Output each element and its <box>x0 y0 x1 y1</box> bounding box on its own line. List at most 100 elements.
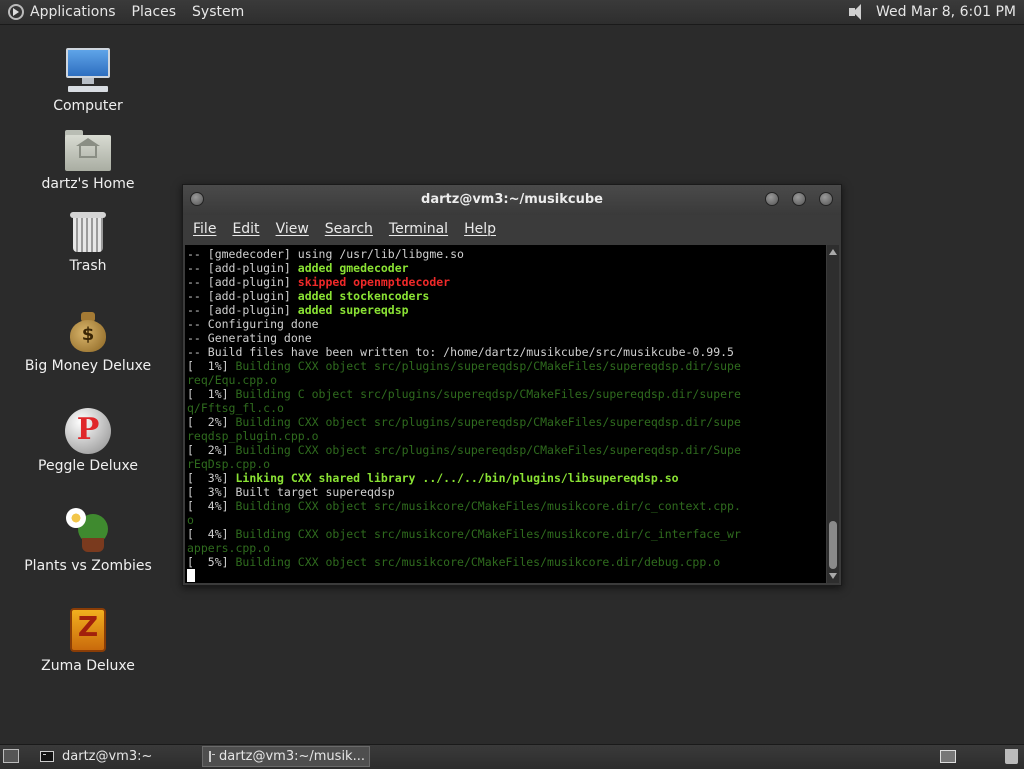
menu-file[interactable]: File <box>193 221 216 237</box>
terminal-segment: -- [add-plugin] <box>187 261 298 275</box>
speaker-icon[interactable] <box>848 3 868 21</box>
gnome-foot-icon[interactable] <box>8 4 24 20</box>
terminal-scrollbar[interactable] <box>827 245 839 583</box>
clock[interactable]: Wed Mar 8, 6:01 PM <box>876 4 1016 20</box>
desktop-icon-peggle[interactable]: P Peggle Deluxe <box>18 408 158 474</box>
terminal-segment: [ 2%] <box>187 443 236 457</box>
terminal-line: [ 5%] Building CXX object src/musikcore/… <box>187 555 826 569</box>
terminal-line: [ 3%] Linking CXX shared library ../../.… <box>187 471 826 485</box>
desktop-icon-plants-vs-zombies[interactable]: Plants vs Zombies <box>18 506 158 574</box>
window-title: dartz@vm3:~/musikcube <box>421 192 603 207</box>
menu-edit[interactable]: Edit <box>232 221 259 237</box>
terminal-segment: added stockencoders <box>297 289 430 303</box>
terminal-line: q/Fftsg_fl.c.o <box>187 401 826 415</box>
terminal-segment: skipped openmptdecoder <box>297 275 451 289</box>
terminal-segment: req/Equ.cpp.o <box>187 373 278 387</box>
terminal-segment: [ 5%] <box>187 555 236 569</box>
terminal-line: -- [gmedecoder] using /usr/lib/libgme.so <box>187 247 826 261</box>
minimize-icon[interactable] <box>765 192 779 206</box>
desktop-icon-label: dartz's Home <box>41 176 135 192</box>
terminal-segment: rEqDsp.cpp.o <box>187 457 271 471</box>
terminal-output[interactable]: -- [gmedecoder] using /usr/lib/libgme.so… <box>185 245 826 583</box>
desktop-icon-label: Plants vs Zombies <box>24 558 152 574</box>
terminal-line: [ 3%] Built target supereqdsp <box>187 485 826 499</box>
terminal-window: dartz@vm3:~/musikcube File Edit View Sea… <box>182 184 842 586</box>
menu-help[interactable]: Help <box>464 221 496 237</box>
terminal-segment: -- [add-plugin] <box>187 303 298 317</box>
show-desktop-icon[interactable] <box>3 749 19 763</box>
desktop-icon-home[interactable]: dartz's Home <box>18 130 158 192</box>
terminal-segment: added supereqdsp <box>297 303 409 317</box>
terminal-line: -- [add-plugin] skipped openmptdecoder <box>187 275 826 289</box>
maximize-icon[interactable] <box>792 192 806 206</box>
money-bag-icon: $ <box>68 310 108 354</box>
terminal-line: [ 2%] Building CXX object src/plugins/su… <box>187 443 826 457</box>
workspace-icon[interactable] <box>940 750 956 763</box>
terminal-segment: Linking CXX shared library ../../../bin/… <box>235 471 679 485</box>
terminal-segment: appers.cpp.o <box>187 541 271 555</box>
terminal-segment: Building CXX object src/plugins/supereqd… <box>235 443 741 457</box>
computer-icon <box>64 46 112 94</box>
menu-system[interactable]: System <box>192 4 244 20</box>
terminal-segment: -- Configuring done <box>187 317 319 331</box>
trash-small-icon[interactable] <box>1005 749 1018 764</box>
scroll-down-arrow-icon[interactable] <box>829 573 837 579</box>
terminal-line: [ 4%] Building CXX object src/musikcore/… <box>187 527 826 541</box>
desktop-icon-label: Peggle Deluxe <box>38 458 138 474</box>
menu-places[interactable]: Places <box>132 4 177 20</box>
scroll-thumb[interactable] <box>829 521 837 569</box>
terminal-segment: [ 1%] <box>187 387 236 401</box>
terminal-segment: added gmedecoder <box>297 261 409 275</box>
terminal-segment: reqdsp_plugin.cpp.o <box>187 429 319 443</box>
menu-terminal[interactable]: Terminal <box>389 221 448 237</box>
window-menubar: File Edit View Search Terminal Help <box>183 215 841 243</box>
home-folder-icon <box>65 130 111 172</box>
taskbar-item-terminal-musikcube[interactable]: dartz@vm3:~/musik... <box>202 746 370 767</box>
top-panel: Applications Places System Wed Mar 8, 6:… <box>0 0 1024 25</box>
terminal-line: -- Build files have been written to: /ho… <box>187 345 826 359</box>
terminal-line: -- Generating done <box>187 331 826 345</box>
terminal-line: [ 4%] Building CXX object src/musikcore/… <box>187 499 826 513</box>
terminal-line: [ 1%] Building CXX object src/plugins/su… <box>187 359 826 373</box>
terminal-segment: -- [gmedecoder] using /usr/lib/libgme.so <box>187 247 464 261</box>
desktop-icon-zuma[interactable]: Z Zuma Deluxe <box>18 606 158 674</box>
menu-applications[interactable]: Applications <box>30 4 116 20</box>
zuma-block-icon: Z <box>68 606 108 654</box>
terminal-segment: Building CXX object src/musikcore/CMakeF… <box>235 527 741 541</box>
terminal-segment: -- [add-plugin] <box>187 289 298 303</box>
terminal-segment: [ 4%] <box>187 527 236 541</box>
desktop-icon-trash[interactable]: Trash <box>18 210 158 274</box>
window-titlebar[interactable]: dartz@vm3:~/musikcube <box>183 185 841 215</box>
terminal-segment: Building CXX object src/plugins/supereqd… <box>235 415 741 429</box>
terminal-icon <box>209 751 215 762</box>
terminal-line: -- Configuring done <box>187 317 826 331</box>
close-icon[interactable] <box>819 192 833 206</box>
desktop-icon-big-money[interactable]: $ Big Money Deluxe <box>18 310 158 374</box>
terminal-segment: o <box>187 513 194 527</box>
scroll-up-arrow-icon[interactable] <box>829 249 837 255</box>
terminal-segment: Building CXX object src/musikcore/CMakeF… <box>235 555 721 569</box>
desktop-icon-computer[interactable]: Computer <box>18 46 158 114</box>
terminal-line: -- [add-plugin] added stockencoders <box>187 289 826 303</box>
terminal-line: [ 2%] Building CXX object src/plugins/su… <box>187 415 826 429</box>
terminal-line: appers.cpp.o <box>187 541 826 555</box>
terminal-line: req/Equ.cpp.o <box>187 373 826 387</box>
menu-search[interactable]: Search <box>325 221 373 237</box>
desktop-icon-label: Zuma Deluxe <box>41 658 135 674</box>
desktop-icon-label: Big Money Deluxe <box>24 358 152 374</box>
terminal-segment: [ 2%] <box>187 415 236 429</box>
terminal-prompt-line <box>187 569 826 583</box>
terminal-segment: [ 1%] <box>187 359 236 373</box>
terminal-line: rEqDsp.cpp.o <box>187 457 826 471</box>
terminal-icon <box>40 751 54 762</box>
terminal-segment: Building C object src/plugins/supereqdsp… <box>235 387 741 401</box>
bottom-panel: dartz@vm3:~ dartz@vm3:~/musik... <box>0 744 1024 769</box>
terminal-segment: [ 4%] <box>187 499 236 513</box>
desktop-icon-label: Trash <box>69 258 107 274</box>
terminal-segment: [ 3%] Built target supereqdsp <box>187 485 395 499</box>
terminal-segment: Building CXX object src/musikcore/CMakeF… <box>235 499 741 513</box>
terminal-segment: [ 3%] <box>187 471 236 485</box>
taskbar-item-terminal-home[interactable]: dartz@vm3:~ <box>34 746 198 767</box>
menu-view[interactable]: View <box>276 221 309 237</box>
taskbar-item-label: dartz@vm3:~/musik... <box>219 749 365 764</box>
